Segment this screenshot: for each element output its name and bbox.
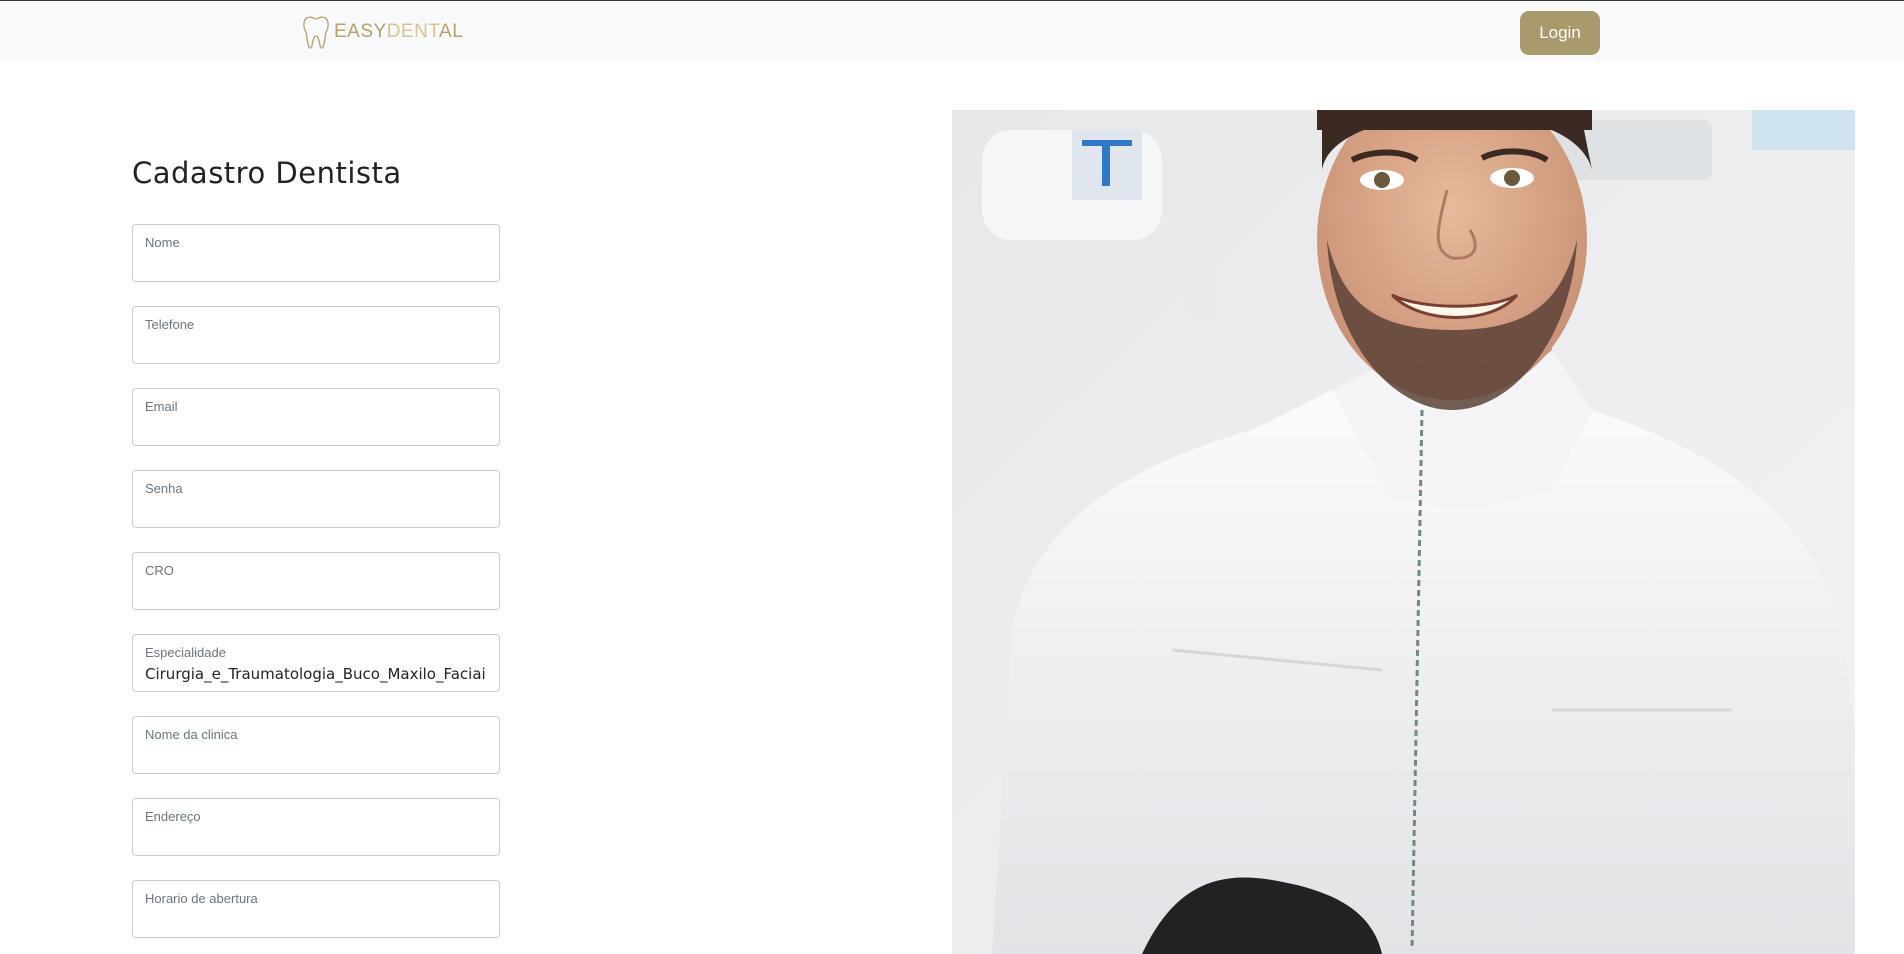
especialidade-label: Especialidade	[145, 645, 226, 660]
cro-field[interactable]: CRO	[132, 552, 500, 610]
telefone-input[interactable]	[145, 335, 485, 357]
nome-input[interactable]	[145, 253, 485, 275]
senha-label: Senha	[145, 481, 183, 496]
nome-clinica-input[interactable]	[145, 745, 485, 767]
cro-label: CRO	[145, 563, 174, 578]
brand-name-part3: AL	[439, 21, 464, 42]
dentist-photo	[952, 110, 1855, 954]
brand-logo[interactable]: EASYDENTAL	[302, 13, 463, 51]
navbar: EASYDENTAL Login	[0, 0, 1904, 61]
email-label: Email	[145, 399, 178, 414]
login-button[interactable]: Login	[1520, 11, 1600, 55]
horario-abertura-label: Horario de abertura	[145, 891, 258, 906]
nome-label: Nome	[145, 235, 180, 250]
telefone-field[interactable]: Telefone	[132, 306, 500, 364]
page-title: Cadastro Dentista	[132, 156, 402, 190]
brand-name-part2: DENT	[386, 21, 440, 42]
horario-abertura-input[interactable]	[145, 909, 485, 931]
dentist-illustration	[952, 110, 1855, 954]
email-input[interactable]	[145, 417, 485, 439]
brand-name-part1: EASY	[334, 21, 387, 42]
especialidade-field[interactable]: Especialidade	[132, 634, 500, 692]
brand-name: EASYDENTAL	[334, 21, 463, 43]
nome-field[interactable]: Nome	[132, 224, 500, 282]
endereco-label: Endereço	[145, 809, 201, 824]
endereco-input[interactable]	[145, 827, 485, 849]
telefone-label: Telefone	[145, 317, 195, 332]
senha-field[interactable]: Senha	[132, 470, 500, 528]
horario-abertura-field[interactable]: Horario de abertura	[132, 880, 500, 938]
endereco-field[interactable]: Endereço	[132, 798, 500, 856]
tooth-icon	[303, 16, 329, 49]
nome-clinica-field[interactable]: Nome da clinica	[132, 716, 500, 774]
cro-input[interactable]	[145, 581, 485, 603]
especialidade-input[interactable]	[145, 663, 485, 685]
email-field[interactable]: Email	[132, 388, 500, 446]
senha-input[interactable]	[145, 499, 485, 521]
nome-clinica-label: Nome da clinica	[145, 727, 238, 742]
